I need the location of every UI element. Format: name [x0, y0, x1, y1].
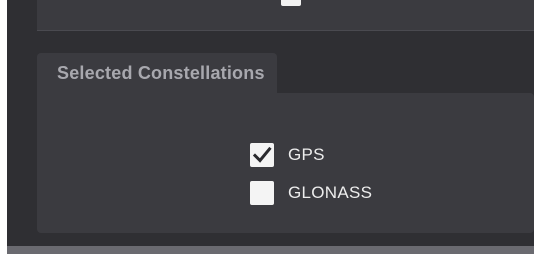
top-settings-panel [37, 0, 534, 31]
glonass-checkbox[interactable] [250, 181, 274, 205]
bottom-border [7, 246, 534, 254]
gps-checkbox[interactable] [250, 143, 274, 167]
group-body: GPS GLONASS [37, 93, 534, 233]
top-checkbox-partial[interactable] [281, 0, 301, 6]
checkmark-icon [252, 146, 272, 163]
glonass-option[interactable]: GLONASS [250, 181, 372, 205]
glonass-label: GLONASS [288, 183, 373, 202]
gps-option[interactable]: GPS [250, 143, 325, 167]
group-title: Selected Constellations [57, 62, 265, 83]
constellations-group: Selected Constellations GPS GLONASS [37, 53, 534, 233]
app-window: Selected Constellations GPS GLONASS [7, 0, 534, 254]
gps-label: GPS [288, 145, 325, 164]
group-header-tab: Selected Constellations [37, 53, 277, 93]
